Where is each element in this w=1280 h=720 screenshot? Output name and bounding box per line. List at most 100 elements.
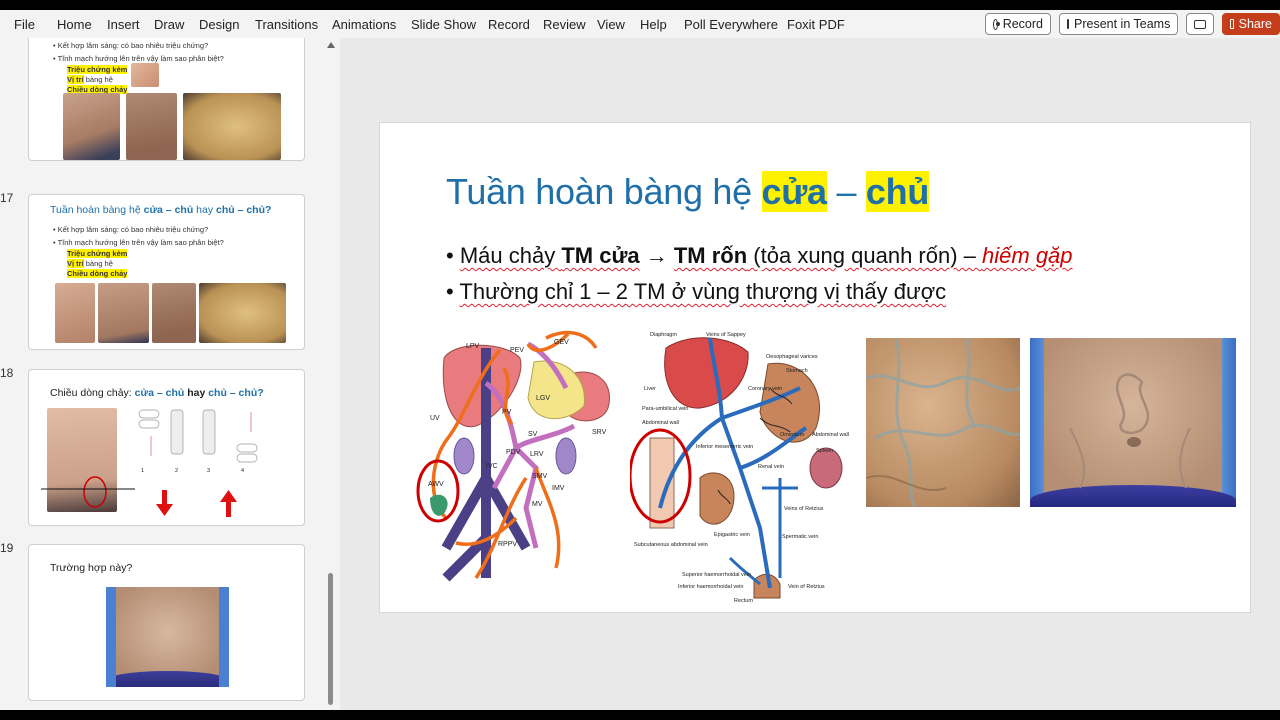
- thumb-sub-bullet: Triệu chứng kèm: [67, 65, 128, 74]
- thumb-title: Tuần hoàn bàng hệ cửa – chủ hay chủ – ch…: [50, 204, 271, 216]
- thumb-title-part: chủ – chủ?: [208, 387, 264, 399]
- title-highlight: cửa: [761, 171, 827, 212]
- photo-skin-veins[interactable]: [866, 338, 1020, 507]
- label-gev: GEV: [554, 339, 569, 346]
- menu-transitions[interactable]: Transitions: [255, 17, 318, 32]
- scroll-up-icon[interactable]: [327, 42, 335, 48]
- thumb-title: Chiều dòng chảy: cửa – chủ hay chủ – chủ…: [50, 387, 264, 399]
- thumb-photo-abdomen: [55, 283, 95, 343]
- thumb-sub-bullet: Chiều dòng chảy: [67, 269, 128, 278]
- menu-poll-everywhere[interactable]: Poll Everywhere: [684, 17, 778, 32]
- record-button[interactable]: Record: [985, 13, 1051, 35]
- slide-number: 18: [0, 366, 14, 380]
- bullet-bold: TM rốn: [673, 243, 748, 268]
- menu-help[interactable]: Help: [640, 17, 667, 32]
- menu-insert[interactable]: Insert: [107, 17, 140, 32]
- collateral-circulation-diagram[interactable]: Diaphragm Veins of Sappey Oesophageal va…: [630, 328, 855, 608]
- fig-label: 3: [207, 468, 210, 474]
- label-lrv: LRV: [530, 451, 544, 458]
- thumb-bullet: • Tĩnh mạch hướng lên trên vậy làm sao p…: [53, 238, 224, 247]
- fig-label: 4: [241, 468, 244, 474]
- bullet-bold: TM cửa: [561, 243, 640, 268]
- label-liver: Liver: [644, 386, 656, 392]
- menu-view[interactable]: View: [597, 17, 625, 32]
- thumb-bullet: • Tĩnh mạch hướng lên trên vậy làm sao p…: [53, 54, 224, 63]
- bullet-dot: •: [446, 243, 454, 268]
- arrow-up-icon: [220, 490, 237, 517]
- label-veins-of-retzius: Veins of Retzius: [784, 506, 824, 512]
- label-superior-haemorrhoidal: Superior haemorrhoidal vein: [682, 572, 751, 578]
- thumb-text: bàng hệ: [83, 75, 113, 84]
- label-diaphragm: Diaphragm: [650, 332, 677, 338]
- record-button-label: Record: [1002, 17, 1043, 31]
- thumb-photo-abdomen: [152, 283, 196, 343]
- arrow-right-icon: →: [645, 243, 668, 268]
- thumb-title-part: hay: [184, 387, 209, 399]
- menu-file[interactable]: File: [14, 17, 35, 32]
- menu-foxit-pdf[interactable]: Foxit PDF: [787, 17, 845, 32]
- thumb-arrows: [156, 490, 237, 517]
- label-lpv: LPV: [466, 343, 480, 350]
- thumb-photo-abdomen: [98, 283, 149, 343]
- menu-review[interactable]: Review: [543, 17, 586, 32]
- photo-vein-pattern: [866, 338, 1020, 507]
- thumb-title-part: hay: [193, 204, 216, 216]
- liver-shape: [664, 337, 749, 409]
- label-inferior-haemorrhoidal: Inferior haemorrhoidal vein: [678, 584, 743, 590]
- present-in-teams-button[interactable]: Present in Teams: [1059, 13, 1178, 35]
- label-veins-of-sappey: Veins of Sappey: [706, 332, 746, 338]
- abdominal-wall: [649, 437, 675, 529]
- slide-bullet-1[interactable]: • Máu chảy TM cửa → TM rốn (tỏa xung qua…: [446, 243, 1073, 269]
- slide-bullet-2[interactable]: • Thường chỉ 1 – 2 TM ở vùng thượng vị t…: [446, 279, 946, 305]
- menu-record[interactable]: Record: [488, 17, 530, 32]
- title-part: Tuần hoàn bàng hệ: [446, 171, 762, 212]
- menu-home[interactable]: Home: [57, 17, 92, 32]
- thumbnail-slide-19[interactable]: Trường hợp này?: [28, 544, 305, 701]
- left-kidney: [453, 437, 475, 475]
- slide-number: 19: [0, 541, 14, 555]
- label-rectum: Rectum: [734, 598, 753, 604]
- label-imv: IMV: [552, 485, 565, 492]
- label-pdv: PDV: [506, 449, 521, 456]
- thumbnail-slide-17[interactable]: Tuần hoàn bàng hệ cửa – chủ hay chủ – ch…: [28, 194, 305, 350]
- photo-vein-pattern: [1069, 373, 1191, 489]
- menu-draw[interactable]: Draw: [154, 17, 184, 32]
- thumb-sub-bullet: Vị trí bàng hệ: [67, 259, 113, 268]
- comments-button[interactable]: [1186, 13, 1214, 35]
- thumb-bullet: • Kết hợp lâm sàng: có bao nhiêu triệu c…: [53, 41, 209, 50]
- thumb-photo-abdomen: [126, 93, 177, 160]
- thumb-title-part: cửa – chủ: [134, 387, 185, 399]
- menu-slide-show[interactable]: Slide Show: [411, 17, 476, 32]
- label-spleen: Spleen: [816, 448, 833, 454]
- arrow-down-icon: [156, 490, 173, 516]
- ribbon-menu-bar: File Home Insert Draw Design Transitions…: [0, 10, 1280, 38]
- current-slide[interactable]: Tuần hoàn bàng hệ cửa – chủ • Máu chảy T…: [379, 122, 1251, 613]
- photo-abdomen[interactable]: [1030, 338, 1236, 507]
- label-pev: PEV: [510, 347, 524, 354]
- label-coronary-vein: Coronary vein: [748, 386, 782, 392]
- label-abdominal-wall: Abdominal wall: [642, 420, 679, 426]
- thumbnail-slide-18[interactable]: Chiều dòng chảy: cửa – chủ hay chủ – chủ…: [28, 369, 305, 526]
- label-uv: UV: [430, 415, 440, 422]
- label-lgv: LGV: [536, 395, 550, 402]
- label-awv: AWV: [428, 481, 444, 488]
- thumb-title-part: chủ – chủ?: [216, 204, 272, 216]
- thumb-hl: Vị trí: [67, 75, 84, 84]
- share-button[interactable]: Share: [1222, 13, 1280, 35]
- slide-title[interactable]: Tuần hoàn bàng hệ cửa – chủ: [446, 171, 929, 213]
- menu-design[interactable]: Design: [199, 17, 239, 32]
- label-spermatic-vein: Spermatic vein: [782, 534, 818, 540]
- thumb-title: Trường hợp này?: [50, 562, 133, 574]
- thumb-title-part: Tuần hoàn bàng hệ: [50, 204, 144, 216]
- thumbnail-slide-16[interactable]: • Kết hợp lâm sàng: có bao nhiêu triệu c…: [28, 38, 305, 161]
- label-rppv: RPPV: [498, 541, 517, 548]
- fig-label: 1: [141, 468, 144, 474]
- portal-venous-diagram[interactable]: LPV PEV GEV LGV UV PV SRV SV PDV LRV IVC…: [416, 328, 626, 608]
- thumb-photo-abdomen: [183, 93, 281, 160]
- bullet-text: Thường chỉ 1 – 2 TM ở vùng thượng vị thấ…: [459, 279, 947, 304]
- thumbnail-scrollbar-thumb[interactable]: [328, 573, 333, 705]
- share-button-label: Share: [1238, 17, 1272, 31]
- menu-animations[interactable]: Animations: [332, 17, 396, 32]
- thumb-flow-diagram: 1 2 3 4: [138, 409, 258, 474]
- thumb-title-part: Chiều dòng chảy:: [50, 387, 135, 399]
